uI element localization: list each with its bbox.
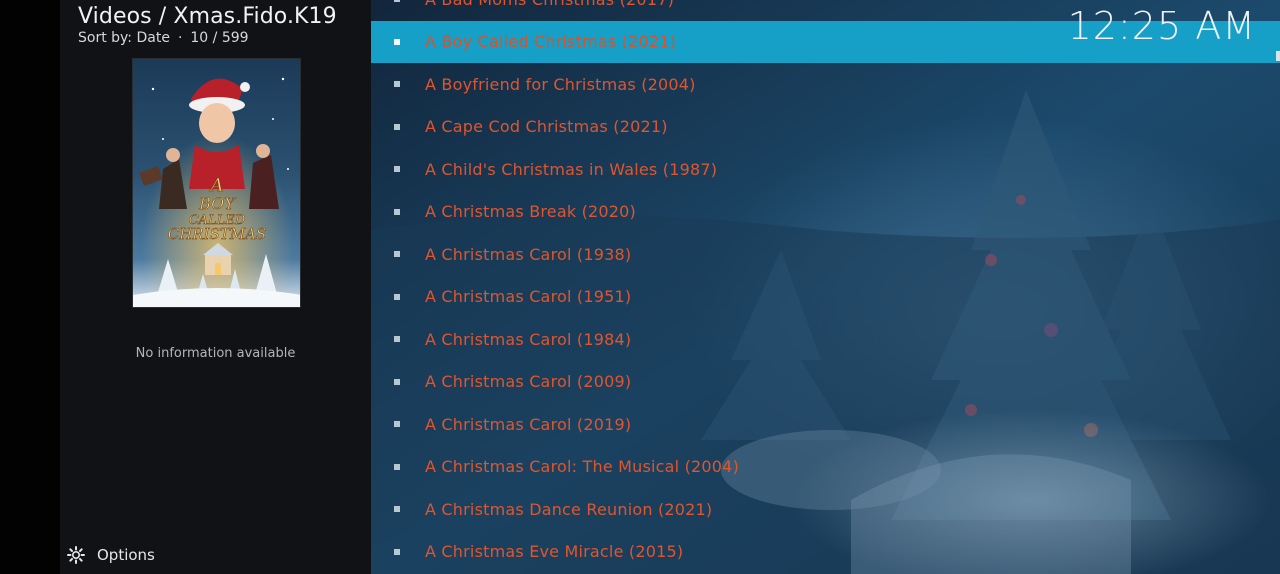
bullet-marker: [394, 421, 400, 428]
poster-title-a: A: [209, 175, 224, 196]
options-label: Options: [97, 546, 155, 564]
bullet-marker: [394, 336, 400, 343]
bullet-marker: [394, 463, 400, 470]
poster-title-boy: BOY: [198, 194, 236, 213]
bullet-marker: [394, 81, 400, 88]
bullet-marker: [394, 208, 400, 215]
list-item[interactable]: A Christmas Carol (2009): [371, 361, 1280, 404]
list-item-label: A Christmas Eve Miracle (2015): [425, 542, 684, 562]
list-item-label: A Christmas Break (2020): [425, 202, 636, 222]
list-item-label: A Christmas Carol (2009): [425, 372, 632, 392]
movie-poster: A BOY CALLED CHRISTMAS: [132, 58, 301, 308]
gear-arrows-icon: [67, 546, 85, 564]
sort-info[interactable]: Sort by: Date · 10 / 599: [78, 30, 249, 46]
list-item-label: A Christmas Dance Reunion (2021): [425, 499, 713, 519]
list-item[interactable]: A Christmas Dance Reunion (2021): [371, 488, 1280, 531]
sort-label: Sort by: Date: [78, 30, 170, 46]
scrollbar-indicator[interactable]: [1276, 51, 1280, 61]
list-item[interactable]: A Christmas Carol (1951): [371, 276, 1280, 319]
list-item[interactable]: A Cape Cod Christmas (2021): [371, 106, 1280, 149]
bullet-marker: [394, 166, 400, 173]
list-item[interactable]: A Christmas Eve Miracle (2015): [371, 531, 1280, 574]
bullet-marker: [394, 251, 400, 258]
left-edge: [0, 0, 60, 574]
list-item[interactable]: A Christmas Break (2020): [371, 191, 1280, 234]
list-item-label: A Christmas Carol (2019): [425, 414, 632, 434]
bullet-marker: [394, 378, 400, 385]
list-item-label: A Cape Cod Christmas (2021): [425, 117, 668, 137]
list-item[interactable]: A Christmas Carol (1984): [371, 318, 1280, 361]
list-item[interactable]: A Christmas Carol: The Musical (2004): [371, 446, 1280, 489]
list-item[interactable]: A Child's Christmas in Wales (1987): [371, 148, 1280, 191]
list-item[interactable]: A Christmas Carol (2019): [371, 403, 1280, 446]
list-item-label: A Christmas Carol (1938): [425, 244, 632, 264]
bullet-marker: [394, 123, 400, 130]
kodi-screen: Videos / Xmas.Fido.K19 Sort by: Date · 10 …: [0, 0, 1280, 574]
page-title: Videos / Xmas.Fido.K19: [78, 4, 337, 29]
media-list-panel: A Bad Moms Christmas (2017) A Boy Called…: [371, 0, 1280, 574]
list-item-label: A Boyfriend for Christmas (2004): [425, 74, 696, 94]
movie-list: A Bad Moms Christmas (2017) A Boy Called…: [371, 0, 1280, 573]
bullet-marker: [394, 293, 400, 300]
item-position: 10 / 599: [190, 30, 249, 46]
list-item-label: A Bad Moms Christmas (2017): [425, 0, 674, 9]
bullet-marker: [394, 38, 400, 45]
bullet-marker: [394, 0, 400, 3]
options-button[interactable]: Options: [66, 544, 155, 566]
list-item-label: A Boy Called Christmas (2021): [425, 32, 677, 52]
list-item[interactable]: A Christmas Carol (1938): [371, 233, 1280, 276]
clock: 12:25 AM: [1067, 4, 1256, 48]
list-item-label: A Child's Christmas in Wales (1987): [425, 159, 718, 179]
list-item-label: A Christmas Carol (1951): [425, 287, 632, 307]
poster-title-christmas: CHRISTMAS: [168, 225, 267, 243]
list-item[interactable]: A Boyfriend for Christmas (2004): [371, 63, 1280, 106]
list-item-label: A Christmas Carol: The Musical (2004): [425, 457, 740, 477]
bullet-marker: [394, 506, 400, 513]
no-info-text: No information available: [135, 346, 296, 361]
bullet-marker: [394, 548, 400, 555]
separator: ·: [177, 30, 183, 46]
list-item-label: A Christmas Carol (1984): [425, 329, 632, 349]
